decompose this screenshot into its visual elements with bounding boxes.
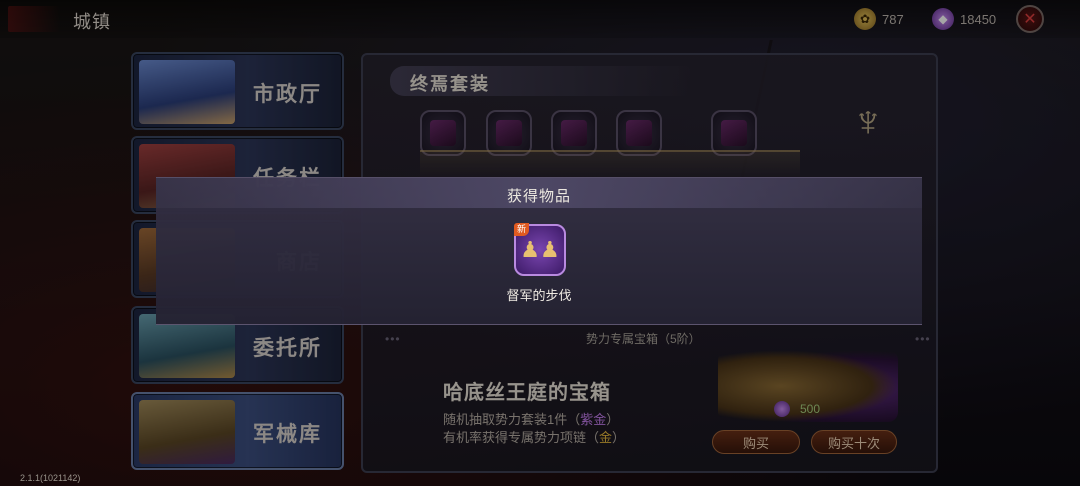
obtained-item[interactable]: ♟♟ 新 (514, 223, 566, 276)
new-badge: 新 (514, 223, 530, 236)
version-label: 2.1.1(1021142) (20, 473, 81, 483)
item-obtained-popup: 获得物品 ♟♟ 新 督军的步伐 (156, 177, 922, 325)
boots-icon: ♟♟ (520, 237, 560, 262)
item-name: 督军的步伐 (506, 288, 572, 303)
popup-title: 获得物品 (506, 188, 571, 205)
